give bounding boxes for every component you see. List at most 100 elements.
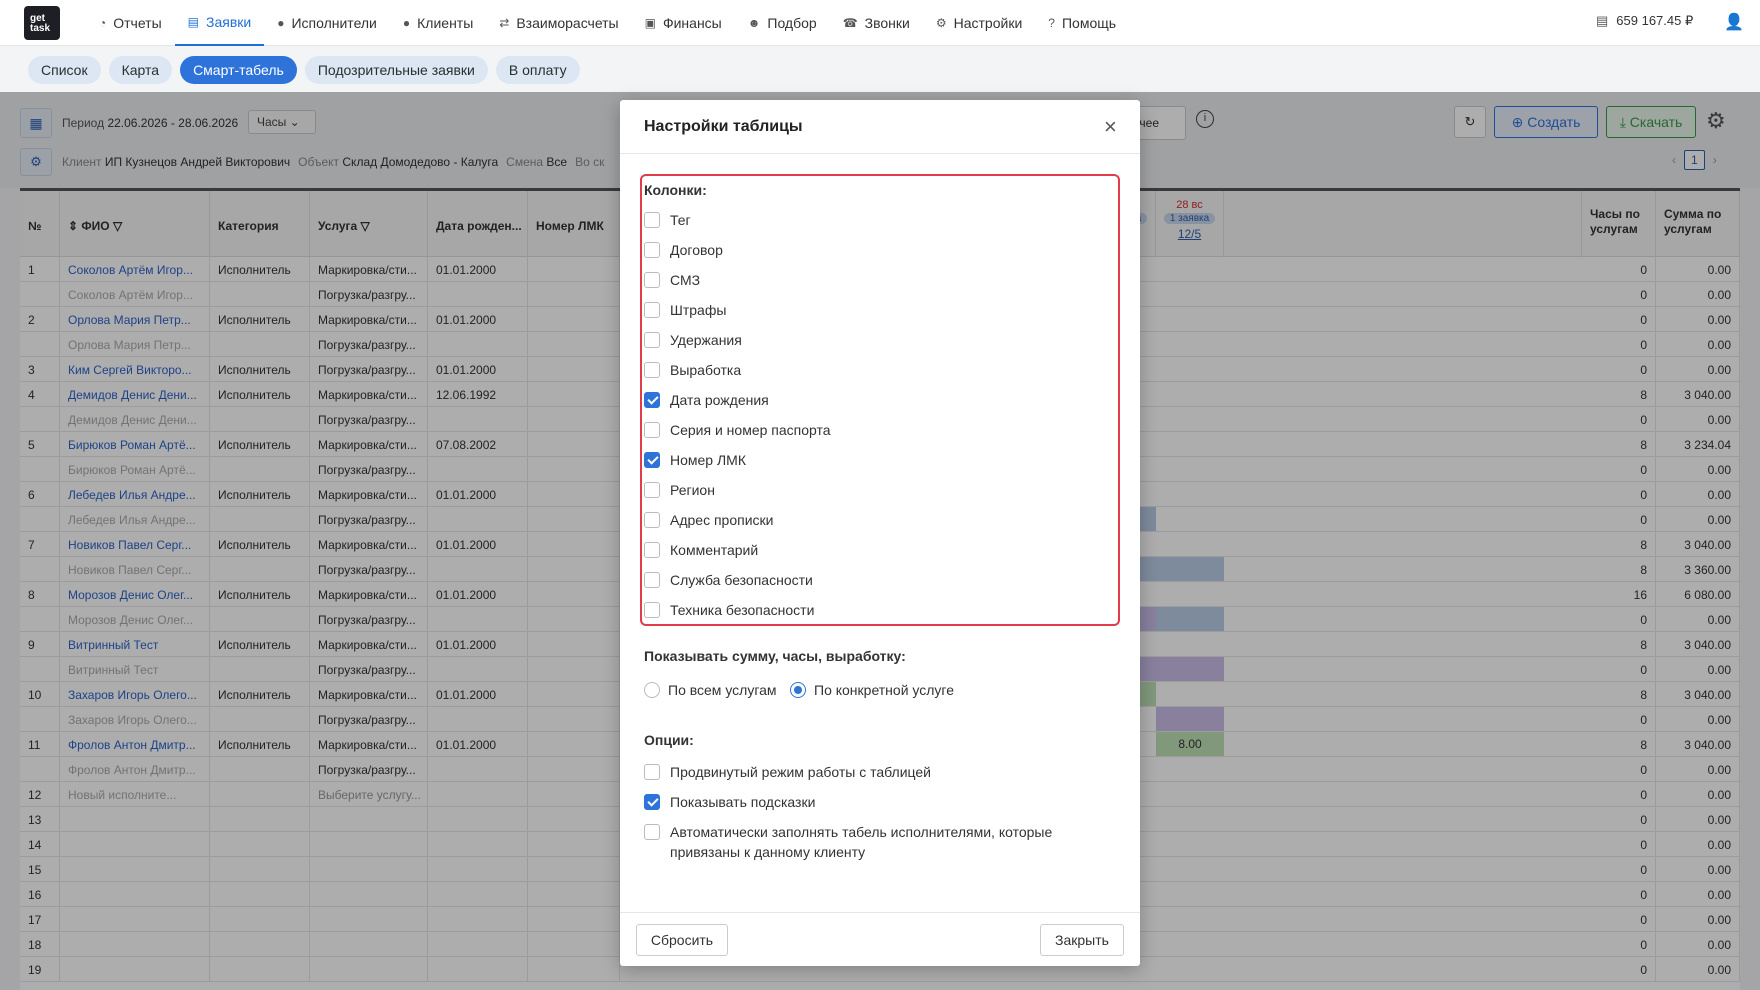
- column-option-label: Техника безопасности: [670, 602, 815, 618]
- nav-item-label: Настройки: [953, 15, 1023, 31]
- top-navbar: get task ◔ Отчеты ▤ Заявки ● Исполнители ● Клие…: [0, 0, 1760, 46]
- checkbox[interactable]: [644, 482, 660, 498]
- nav-item-label: Финансы: [662, 15, 722, 31]
- nav-item-label: Отчеты: [113, 15, 162, 31]
- nav-item-label: Подбор: [767, 15, 817, 31]
- subtab-2[interactable]: Смарт-табель: [180, 56, 297, 84]
- option-item[interactable]: Продвинутый режим работы с таблицей: [644, 762, 1064, 782]
- checkbox[interactable]: [644, 272, 660, 288]
- column-option[interactable]: СМЗ: [644, 270, 700, 290]
- column-option-label: Номер ЛМК: [670, 452, 746, 468]
- checkbox[interactable]: [644, 242, 660, 258]
- close-icon[interactable]: ×: [1104, 114, 1117, 140]
- column-option[interactable]: Выработка: [644, 360, 741, 380]
- subtab-3[interactable]: Подозрительные заявки: [304, 56, 488, 84]
- radio-all-services[interactable]: По всем услугам: [644, 680, 777, 700]
- column-option[interactable]: Адрес прописки: [644, 510, 773, 530]
- nav-item-4[interactable]: ⇄ Взаиморасчеты: [486, 0, 631, 46]
- column-option[interactable]: Служба безопасности: [644, 570, 813, 590]
- checkbox[interactable]: [644, 392, 660, 408]
- checkbox[interactable]: [644, 602, 660, 618]
- column-option-label: Серия и номер паспорта: [670, 422, 831, 438]
- exchange-icon: ⇄: [499, 16, 510, 30]
- main-nav: ◔ Отчеты ▤ Заявки ● Исполнители ● Клиенты ⇄ Взаим…: [86, 0, 1129, 46]
- column-option[interactable]: Договор: [644, 240, 723, 260]
- radio-specific-service[interactable]: По конкретной услуге: [790, 680, 954, 700]
- column-option[interactable]: Дата рождения: [644, 390, 769, 410]
- checkbox[interactable]: [644, 764, 660, 780]
- column-option[interactable]: Штрафы: [644, 300, 726, 320]
- checkbox[interactable]: [644, 452, 660, 468]
- wallet-icon: ▤: [1596, 13, 1609, 28]
- reset-button[interactable]: Сбросить: [636, 924, 728, 956]
- person-icon: ●: [277, 16, 285, 30]
- phone-icon: ☎: [842, 16, 858, 30]
- nav-item-0[interactable]: ◔ Отчеты: [86, 0, 175, 46]
- checkbox[interactable]: [644, 512, 660, 528]
- column-option-label: Регион: [670, 482, 715, 498]
- subtabs: Список Карта Смарт-табель Подозрительные за…: [28, 56, 580, 84]
- nav-item-3[interactable]: ● Клиенты: [390, 0, 486, 46]
- radio-button[interactable]: [790, 682, 806, 698]
- nav-item-label: Взаиморасчеты: [516, 15, 619, 31]
- option-item[interactable]: Автоматически заполнять табель исполните…: [644, 822, 1064, 862]
- logo[interactable]: get task: [24, 6, 60, 40]
- column-option[interactable]: Регион: [644, 480, 715, 500]
- close-button[interactable]: Закрыть: [1040, 924, 1124, 956]
- column-option[interactable]: Удержания: [644, 330, 742, 350]
- column-option-label: Комментарий: [670, 542, 759, 558]
- column-option[interactable]: Комментарий: [644, 540, 758, 560]
- nav-item-5[interactable]: ▣ Финансы: [632, 0, 735, 46]
- options-label: Опции:: [644, 732, 694, 748]
- nav-item-label: Помощь: [1061, 15, 1117, 31]
- divider: [620, 912, 1140, 913]
- checkbox[interactable]: [644, 302, 660, 318]
- subtab-1[interactable]: Карта: [108, 56, 173, 84]
- column-option-label: Дата рождения: [670, 392, 769, 408]
- checkbox[interactable]: [644, 332, 660, 348]
- radio-button[interactable]: [644, 682, 660, 698]
- divider: [620, 153, 1140, 154]
- option-label: Продвинутый режим работы с таблицей: [670, 764, 931, 780]
- nav-item-label: Заявки: [206, 14, 252, 30]
- nav-item-2[interactable]: ● Исполнители: [264, 0, 390, 46]
- nav-item-6[interactable]: ☻ Подбор: [735, 0, 830, 46]
- help-icon: ?: [1048, 16, 1055, 30]
- subtab-4[interactable]: В оплату: [495, 56, 580, 84]
- modal-title: Настройки таблицы: [644, 118, 803, 135]
- user-icon[interactable]: 👤: [1724, 12, 1744, 32]
- columns-label: Колонки:: [644, 182, 707, 198]
- pie-chart-icon: ◔: [99, 16, 107, 30]
- column-option[interactable]: Тег: [644, 210, 691, 230]
- balance: ▤ 659 167.45 ₽: [1596, 13, 1694, 28]
- column-option-label: Штрафы: [670, 302, 727, 318]
- person-icon: ●: [402, 16, 411, 30]
- column-option-label: Договор: [670, 242, 723, 258]
- gear-icon: ⚙: [935, 16, 947, 30]
- column-option[interactable]: Серия и номер паспорта: [644, 420, 831, 440]
- nav-item-label: Исполнители: [291, 15, 377, 31]
- nav-item-1[interactable]: ▤ Заявки: [174, 0, 265, 46]
- column-option-label: Выработка: [670, 362, 742, 378]
- checkbox[interactable]: [644, 362, 660, 378]
- checkbox[interactable]: [644, 422, 660, 438]
- document-icon: ▤: [187, 15, 199, 29]
- checkbox[interactable]: [644, 824, 660, 840]
- checkbox[interactable]: [644, 572, 660, 588]
- show-label: Показывать сумму, часы, выработку:: [644, 648, 906, 664]
- column-option-label: Служба безопасности: [670, 572, 813, 588]
- subtab-0[interactable]: Список: [28, 56, 101, 84]
- column-option-label: СМЗ: [670, 272, 701, 288]
- option-item[interactable]: Показывать подсказки: [644, 792, 1064, 812]
- column-option[interactable]: Техника безопасности: [644, 600, 814, 620]
- nav-item-label: Звонки: [864, 15, 910, 31]
- column-option-label: Тег: [670, 212, 691, 228]
- column-option[interactable]: Номер ЛМК: [644, 450, 746, 470]
- checkbox[interactable]: [644, 794, 660, 810]
- nav-item-7[interactable]: ☎ Звонки: [830, 0, 923, 46]
- nav-item-9[interactable]: ? Помощь: [1035, 0, 1129, 46]
- checkbox[interactable]: [644, 212, 660, 228]
- nav-item-8[interactable]: ⚙ Настройки: [923, 0, 1035, 46]
- people-icon: ☻: [747, 16, 761, 30]
- checkbox[interactable]: [644, 542, 660, 558]
